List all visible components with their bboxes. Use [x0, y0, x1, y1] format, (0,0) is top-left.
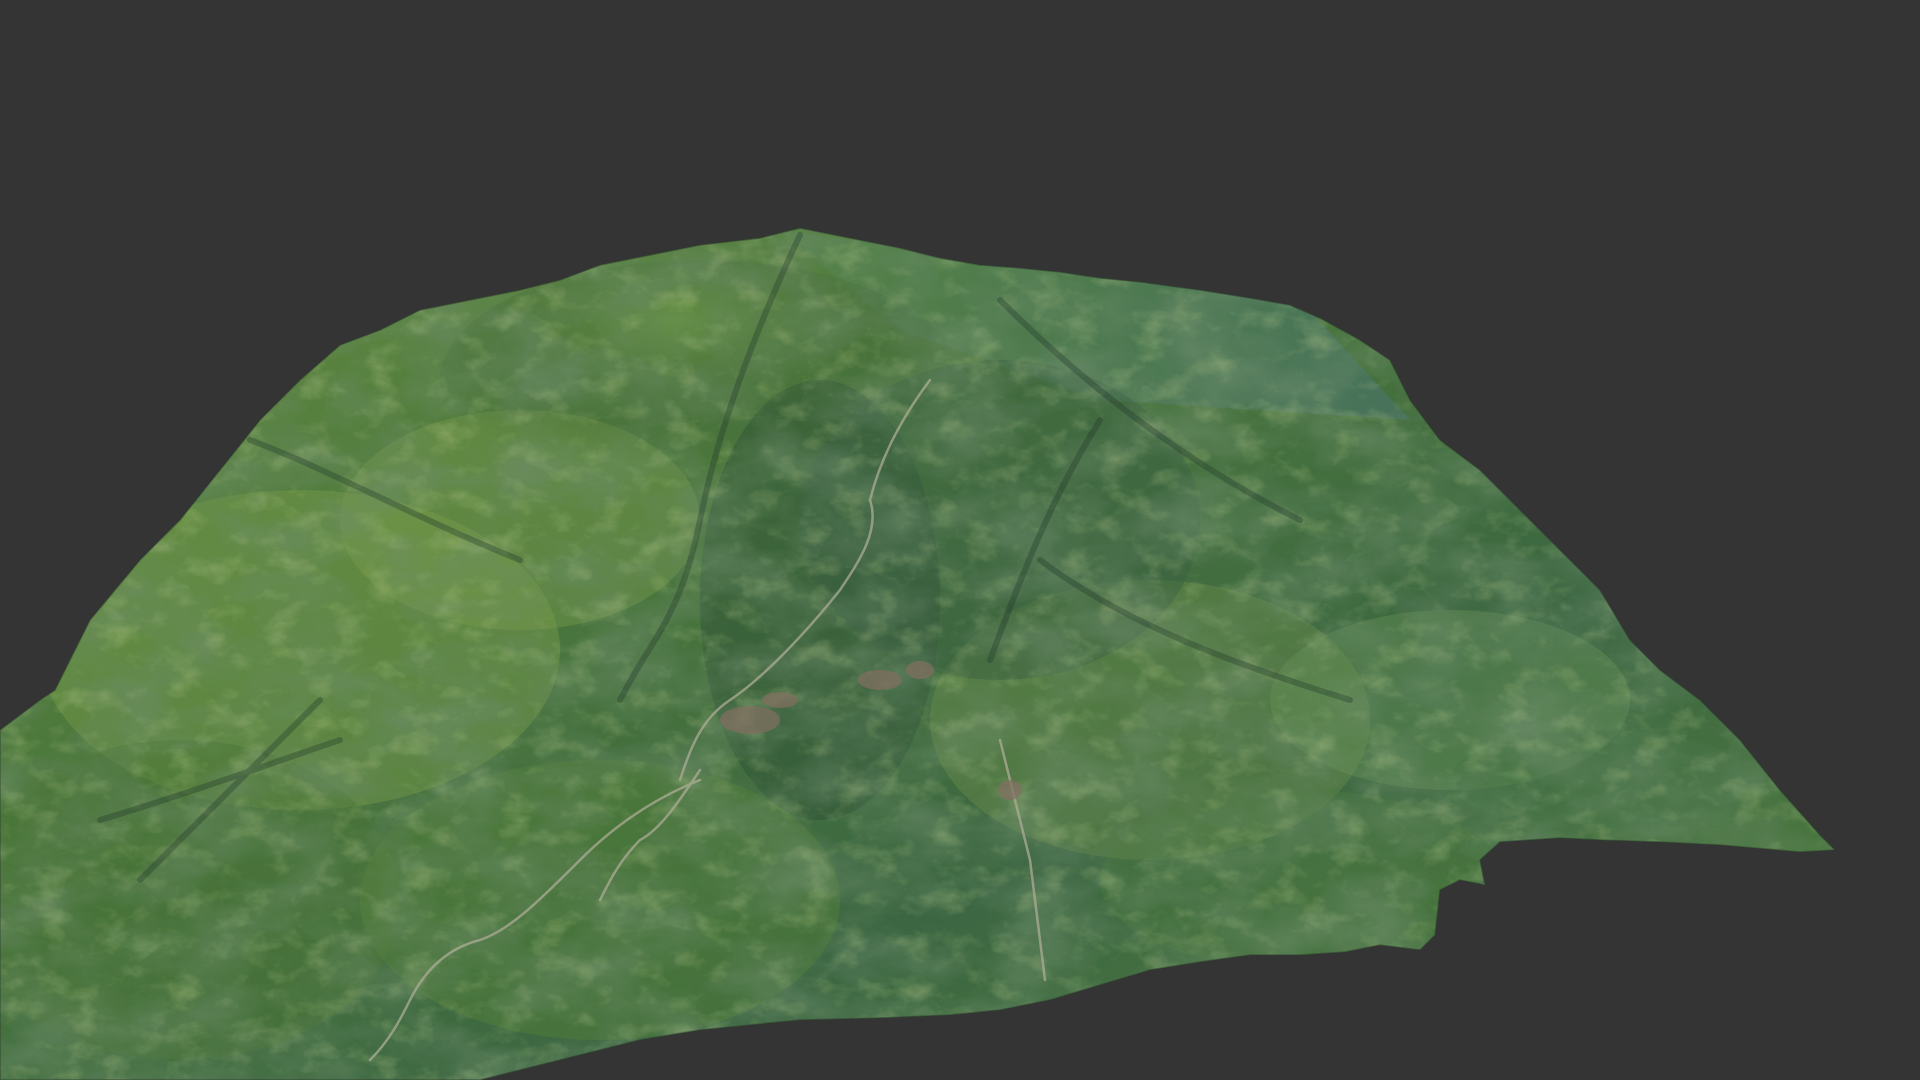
terrain-mesh: [0, 228, 1835, 1080]
3d-viewport[interactable]: [0, 0, 1920, 1080]
terrain-render: [0, 227, 1836, 1080]
